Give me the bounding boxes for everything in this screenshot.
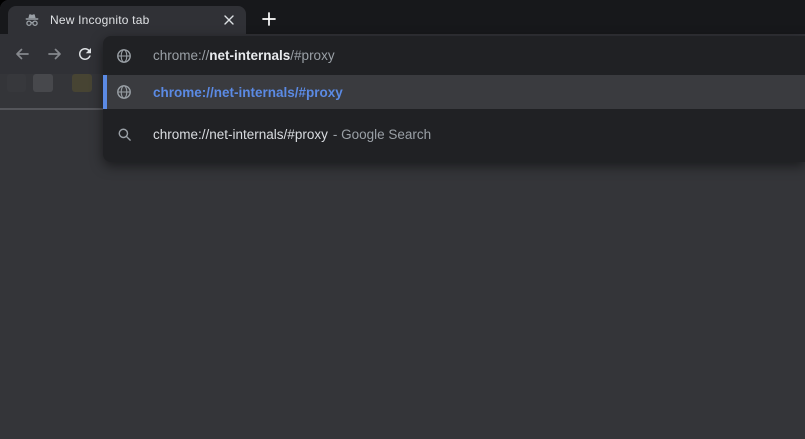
page-artifact-square [7, 74, 26, 92]
reload-icon [76, 45, 94, 63]
suggestion-url-row[interactable]: chrome://net-internals/#proxy [103, 75, 805, 109]
suggestion-url-text: chrome://net-internals/#proxy [153, 85, 343, 100]
globe-icon [116, 48, 132, 64]
tab-strip: New Incognito tab [0, 0, 805, 34]
incognito-icon [24, 12, 40, 28]
browser-window: New Incognito tab [0, 0, 805, 439]
omnibox-scheme: chrome:// [153, 48, 209, 63]
omnibox-dropdown: chrome://net-internals/#proxy chrome://n… [103, 36, 805, 162]
suggestion-search-text: chrome://net-internals/#proxy [153, 127, 328, 142]
page-artifact-square [33, 74, 53, 92]
selection-accent-bar [103, 75, 107, 109]
suggestion-search-row[interactable]: chrome://net-internals/#proxy - Google S… [103, 117, 805, 151]
forward-arrow-icon [46, 45, 64, 63]
omnibox-path: /#proxy [290, 48, 334, 63]
omnibox-host: net-internals [209, 48, 290, 63]
tab-title: New Incognito tab [50, 13, 216, 27]
forward-button[interactable] [41, 40, 69, 68]
tab-new-incognito[interactable]: New Incognito tab [8, 6, 246, 34]
omnibox-input-row[interactable]: chrome://net-internals/#proxy [103, 36, 805, 75]
omnibox-value[interactable]: chrome://net-internals/#proxy [153, 48, 335, 63]
new-tab-button[interactable] [256, 6, 282, 32]
page-artifact-square [72, 74, 92, 92]
reload-button[interactable] [71, 40, 99, 68]
back-button[interactable] [8, 40, 36, 68]
back-arrow-icon [13, 45, 31, 63]
search-icon [116, 126, 132, 142]
plus-icon [262, 12, 276, 26]
suggestion-annotation: - Google Search [333, 127, 431, 142]
close-icon[interactable] [220, 11, 238, 29]
globe-icon [116, 84, 132, 100]
